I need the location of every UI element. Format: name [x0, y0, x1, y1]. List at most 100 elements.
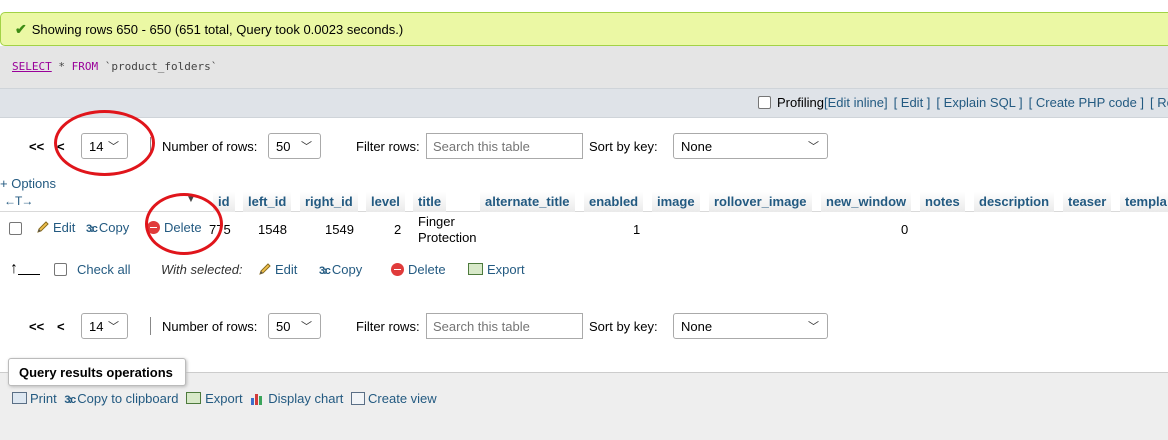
filter-input[interactable]: Search this table	[426, 313, 583, 339]
sql-table-name: `product_folders`	[104, 60, 218, 73]
cell-new-window[interactable]: 0	[901, 222, 908, 237]
cell-title-line1[interactable]: Finger	[418, 214, 455, 229]
export-icon	[186, 392, 202, 404]
first-page-button[interactable]: <<	[29, 139, 44, 154]
cell-level[interactable]: 2	[394, 222, 401, 237]
navigation-top: << < 14 ﹀ Number of rows: 50 ﹀ Filter ro…	[0, 133, 840, 161]
cell-title-line2[interactable]: Protection	[418, 230, 477, 245]
check-all-label[interactable]: Check all	[77, 262, 130, 277]
sql-select-keyword[interactable]: SELECT	[12, 60, 52, 73]
column-header[interactable]: teaser	[1063, 192, 1112, 212]
options-link[interactable]: + Options	[0, 176, 56, 191]
column-header[interactable]: left_id	[243, 192, 292, 212]
sort-select[interactable]: None ﹀	[673, 133, 828, 159]
column-header[interactable]: title	[413, 192, 447, 212]
selected-delete-button[interactable]: Delete	[391, 262, 446, 277]
chevron-down-icon: ﹀	[808, 321, 819, 333]
sort-desc-icon[interactable]: ▼	[186, 194, 196, 205]
delete-icon	[391, 263, 404, 276]
chevron-down-icon: ﹀	[108, 141, 119, 153]
column-header[interactable]: alternate_title	[480, 192, 575, 212]
column-header[interactable]: templa	[1120, 192, 1168, 212]
cell-id[interactable]: 775	[209, 222, 231, 237]
row-delete-button[interactable]: Delete	[147, 220, 202, 235]
create-php-link[interactable]: [ Create PHP code ]	[1029, 95, 1144, 110]
chevron-down-icon: ﹀	[808, 141, 819, 153]
export-icon	[468, 263, 483, 275]
rows-select-value: 50	[276, 319, 291, 334]
table-header: id left_id right_id level title alternat…	[0, 192, 1168, 212]
page-select-value: 14	[89, 139, 104, 154]
refresh-link[interactable]: [ Re	[1150, 95, 1168, 110]
row-edit-button[interactable]: Edit	[36, 220, 75, 235]
sql-from-keyword: FROM	[71, 60, 99, 73]
profiling-label: Profiling	[777, 95, 824, 110]
row-copy-button[interactable]: 3:c Copy	[86, 220, 129, 235]
rows-select-value: 50	[276, 139, 291, 154]
check-icon: ✔	[15, 20, 27, 37]
corner-arrow-icon: ↑	[10, 260, 18, 277]
edit-inline-link[interactable]: [Edit inline]	[824, 95, 888, 110]
row-copy-label: Copy	[98, 220, 130, 235]
rows-select[interactable]: 50 ﹀	[268, 313, 321, 339]
copy-to-clipboard-link[interactable]: Copy to clipboard	[77, 391, 178, 406]
sort-select[interactable]: None ﹀	[673, 313, 828, 339]
sort-label: Sort by key:	[589, 139, 658, 154]
with-selected-bar: ↑ Check all With selected: Edit 3:c Copy …	[0, 258, 600, 282]
selected-export-button[interactable]: Export	[468, 262, 525, 277]
column-header[interactable]: description	[974, 192, 1055, 212]
sql-star: *	[58, 60, 65, 73]
rows-select[interactable]: 50 ﹀	[268, 133, 321, 159]
column-header[interactable]: new_window	[821, 192, 912, 212]
success-message: ✔ Showing rows 650 - 650 (651 total, Que…	[0, 12, 1168, 46]
with-selected-label: With selected:	[161, 262, 243, 277]
column-header[interactable]: id	[213, 192, 235, 212]
column-header[interactable]: rollover_image	[709, 192, 812, 212]
selected-copy-button[interactable]: 3:c Copy	[319, 262, 362, 277]
sort-select-value: None	[681, 139, 713, 154]
success-text: Showing rows 650 - 650 (651 total, Query…	[31, 21, 404, 37]
profiling-checkbox[interactable]	[758, 96, 771, 109]
print-link[interactable]: Print	[30, 391, 57, 406]
pencil-icon	[37, 221, 49, 233]
cell-right-id[interactable]: 1549	[325, 222, 354, 237]
navigation-bottom: << < 14 ﹀ Number of rows: 50 ﹀ Filter ro…	[0, 313, 840, 341]
display-chart-link[interactable]: Display chart	[268, 391, 343, 406]
query-results-operations-title: Query results operations	[8, 358, 186, 386]
selected-export-label: Export	[487, 262, 525, 277]
sql-query-box: SELECT * FROM `product_folders`	[0, 46, 1168, 88]
sql-code: SELECT * FROM `product_folders`	[12, 60, 217, 73]
chevron-down-icon: ﹀	[301, 321, 312, 333]
prev-page-button[interactable]: <	[57, 319, 65, 334]
export-link[interactable]: Export	[205, 391, 243, 406]
column-header[interactable]: right_id	[300, 192, 358, 212]
column-arrows-icon[interactable]: ←T→	[4, 194, 33, 208]
selected-edit-button[interactable]: Edit	[258, 262, 297, 277]
create-view-link[interactable]: Create view	[368, 391, 437, 406]
filter-input[interactable]: Search this table	[426, 133, 583, 159]
page-select[interactable]: 14 ﹀	[81, 313, 128, 339]
filter-label: Filter rows:	[356, 139, 420, 154]
page-select[interactable]: 14 ﹀	[81, 133, 128, 159]
copy-icon: 3:c	[319, 265, 331, 277]
first-page-button[interactable]: <<	[29, 319, 44, 334]
cell-left-id[interactable]: 1548	[258, 222, 287, 237]
pencil-icon	[259, 263, 271, 275]
explain-sql-link[interactable]: [ Explain SQL ]	[936, 95, 1022, 110]
row-delete-label: Delete	[164, 220, 202, 235]
column-header[interactable]: notes	[920, 192, 965, 212]
column-header[interactable]: image	[652, 192, 700, 212]
chart-icon	[251, 394, 263, 405]
cell-enabled[interactable]: 1	[633, 222, 640, 237]
selected-edit-label: Edit	[275, 262, 298, 277]
view-icon	[351, 392, 366, 405]
check-all-checkbox[interactable]	[54, 263, 67, 276]
row-edit-label: Edit	[53, 220, 76, 235]
row-checkbox[interactable]	[9, 222, 22, 235]
prev-page-button[interactable]: <	[57, 139, 65, 154]
column-header[interactable]: enabled	[584, 192, 644, 212]
sql-tools-bar: Profiling [Edit inline] [ Edit ] [ Expla…	[0, 88, 1168, 118]
edit-link[interactable]: [ Edit ]	[894, 95, 931, 110]
selected-copy-label: Copy	[331, 262, 363, 277]
column-header[interactable]: level	[366, 192, 405, 212]
